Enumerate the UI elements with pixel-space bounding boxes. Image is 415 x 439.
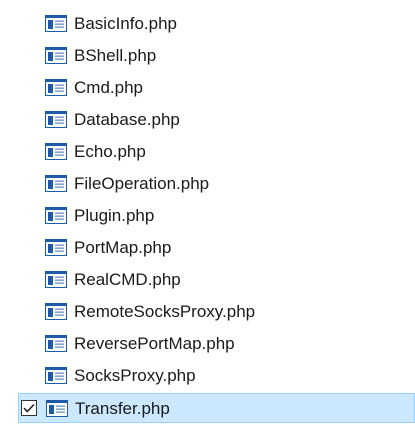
file-item-bshell[interactable]: BShell.php <box>18 41 415 71</box>
php-file-icon <box>45 175 67 192</box>
php-file-icon <box>45 47 67 64</box>
file-name: ReversePortMap.php <box>74 334 235 353</box>
php-file-icon <box>45 239 67 256</box>
file-item-transfer[interactable]: Transfer.php <box>18 393 415 423</box>
file-list: BasicInfo.php BShell.php Cmd.php Databas… <box>0 0 415 439</box>
file-item-socksproxy[interactable]: SocksProxy.php <box>18 361 415 391</box>
file-item-realcmd[interactable]: RealCMD.php <box>18 265 415 295</box>
file-item-echo[interactable]: Echo.php <box>18 137 415 167</box>
php-file-icon <box>45 303 67 320</box>
php-file-icon <box>45 207 67 224</box>
file-item-portmap[interactable]: PortMap.php <box>18 233 415 263</box>
php-file-icon <box>45 271 67 288</box>
php-file-icon <box>45 335 67 352</box>
php-file-icon <box>45 143 67 160</box>
file-name: RealCMD.php <box>74 270 181 289</box>
file-name: Transfer.php <box>75 399 170 418</box>
file-name: BShell.php <box>74 46 157 65</box>
file-name: Plugin.php <box>74 206 155 225</box>
file-name: Database.php <box>74 110 180 129</box>
file-item-reverseportmap[interactable]: ReversePortMap.php <box>18 329 415 359</box>
file-item-remotesocksproxy[interactable]: RemoteSocksProxy.php <box>18 297 415 327</box>
file-name: SocksProxy.php <box>74 366 196 385</box>
file-name: RemoteSocksProxy.php <box>74 302 256 321</box>
file-name: Echo.php <box>74 142 146 161</box>
php-file-icon <box>45 79 67 96</box>
select-checkbox[interactable] <box>21 400 37 416</box>
php-file-icon <box>45 15 67 32</box>
file-item-plugin[interactable]: Plugin.php <box>18 201 415 231</box>
php-file-icon <box>46 400 68 417</box>
file-name: Cmd.php <box>74 78 143 97</box>
file-name: FileOperation.php <box>74 174 210 193</box>
file-name: PortMap.php <box>74 238 172 257</box>
file-item-cmd[interactable]: Cmd.php <box>18 73 415 103</box>
file-item-basicinfo[interactable]: BasicInfo.php <box>18 9 415 39</box>
php-file-icon <box>45 111 67 128</box>
checkmark-icon <box>23 403 35 413</box>
file-item-database[interactable]: Database.php <box>18 105 415 135</box>
file-name: BasicInfo.php <box>74 14 178 33</box>
file-item-fileoperation[interactable]: FileOperation.php <box>18 169 415 199</box>
php-file-icon <box>45 367 67 384</box>
